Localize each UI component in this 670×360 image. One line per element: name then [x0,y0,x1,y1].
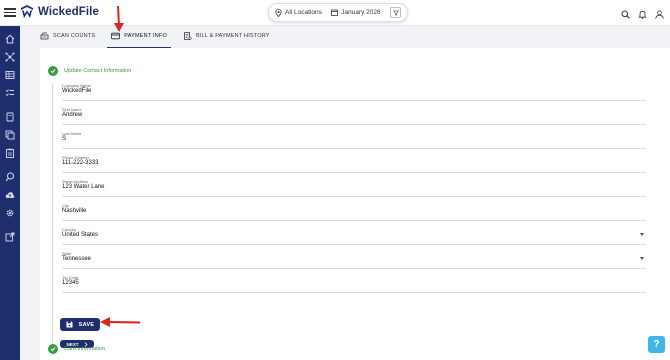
app-name: WickedFile [38,6,99,18]
country-select[interactable]: Country United States [62,227,646,245]
main-content: SCAN COUNTS PAYMENT INFO BILL & PAYMENT … [20,26,670,360]
checklist-icon[interactable] [5,88,15,98]
annotation-arrow-left-icon [100,317,141,327]
location-selector[interactable]: All Locations [275,8,322,17]
save-label: SAVE [78,321,95,328]
help-label: ? [653,339,660,350]
hamburger-menu-icon[interactable] [4,6,16,18]
field-value: United States [62,232,99,238]
card-section-header[interactable]: Card Information [48,344,105,354]
filter-icon [392,10,399,16]
document-icon[interactable] [5,112,15,122]
annotation-arrow-down-icon [114,5,124,32]
street-address-field[interactable]: Street Address 123 Water Lane [62,179,646,197]
tab-label: BILL & PAYMENT HISTORY [195,33,270,39]
home-icon[interactable] [5,34,15,44]
top-bar: WickedFile All Locations January 2026 [0,0,670,26]
floppy-disk-icon [66,321,73,328]
gear-icon[interactable] [5,208,15,218]
tab-label: PAYMENT INFO [124,32,167,39]
period-selector[interactable]: January 2026 [331,9,381,16]
stepper-connector [52,84,53,342]
filter-button[interactable] [390,7,401,18]
app-logo[interactable]: WickedFile [19,4,99,20]
payment-info-card: Update Contact Information Company Name … [40,48,670,360]
wickedfile-logo-icon [21,5,33,18]
dropdown-caret-icon[interactable] [640,257,644,260]
search-icon[interactable] [5,172,15,182]
field-value: 123 Water Lane [62,184,105,190]
save-button[interactable]: SAVE [60,318,100,331]
scanner-icon [40,32,49,40]
field-value: 12345 [62,280,79,286]
first-name-field[interactable]: First Name Andrew [62,107,646,125]
dropdown-caret-icon[interactable] [640,233,644,236]
contact-section-title: Update Contact Information [64,68,132,74]
card-section-title: Card Information [64,346,105,352]
location-label: All Locations [285,9,322,16]
network-icon[interactable] [5,52,15,62]
state-select[interactable]: State Tennessee [62,251,646,269]
search-icon[interactable] [621,6,630,19]
field-value: Nashville [62,208,87,214]
tab-scan-counts[interactable]: SCAN COUNTS [36,28,99,48]
cloud-upload-icon[interactable] [5,190,15,200]
zip-code-field[interactable]: Zip Code 12345 [62,275,646,293]
receipt-icon [184,32,192,40]
map-pin-icon [275,8,282,17]
field-value: S [62,136,67,142]
field-value: Tennessee [62,256,92,262]
location-period-selector[interactable]: All Locations January 2026 [268,3,408,22]
checkmark-icon [48,66,58,76]
tab-label: SCAN COUNTS [53,33,96,39]
tab-bill-payment-history[interactable]: BILL & PAYMENT HISTORY [179,28,274,48]
checkmark-icon [48,344,58,354]
sidebar [0,26,20,360]
city-field[interactable]: City Nashville [62,203,646,221]
contact-section-header[interactable]: Update Contact Information [48,66,131,76]
bell-icon[interactable] [638,6,647,19]
field-value: WickedFile [62,88,92,94]
field-value: Andrew [62,112,83,118]
last-name-field[interactable]: Last Name S [62,131,646,149]
table-icon[interactable] [5,70,15,80]
calendar-icon [331,9,339,16]
copy-documents-icon[interactable] [5,130,15,140]
field-value: 111-222-3333 [62,160,99,166]
company-name-field[interactable]: Company Name WickedFile [62,83,646,101]
user-account-icon[interactable] [655,6,664,19]
clipboard-icon[interactable] [5,148,15,158]
help-button[interactable]: ? [648,336,665,353]
external-link-icon[interactable] [5,232,15,242]
phone-number-field[interactable]: Phone Number 111-222-3333 [62,155,646,173]
period-label: January 2026 [341,9,381,16]
